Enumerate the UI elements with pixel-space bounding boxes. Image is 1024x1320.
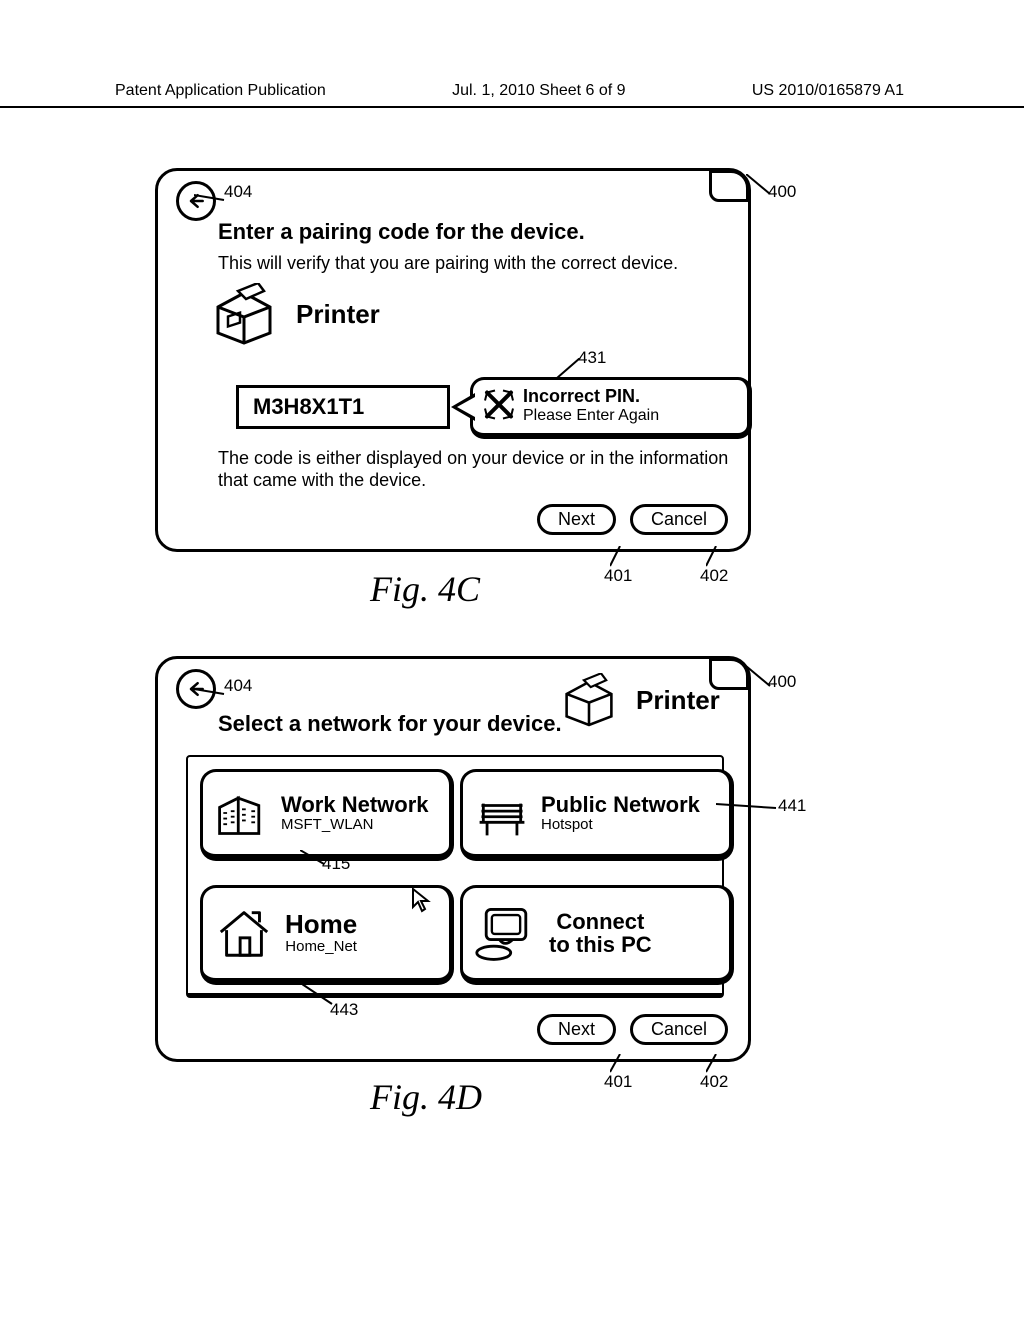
tile-pc-line2: to this PC xyxy=(549,933,652,956)
button-row-4c: Next Cancel xyxy=(537,504,728,535)
device-row-4c: Printer xyxy=(208,283,380,345)
callout-404a: 404 xyxy=(224,182,252,202)
cancel-button-4c[interactable]: Cancel xyxy=(630,504,728,535)
park-bench-icon xyxy=(473,785,531,841)
leader-441 xyxy=(716,800,778,812)
leader-400a xyxy=(746,174,772,196)
leader-415 xyxy=(300,850,326,868)
tile-work-sub: MSFT_WLAN xyxy=(281,816,429,833)
page-header: Patent Application Publication Jul. 1, 2… xyxy=(115,82,904,100)
header-mid: Jul. 1, 2010 Sheet 6 of 9 xyxy=(452,82,625,100)
tile-work-network[interactable]: Work Network MSFT_WLAN xyxy=(200,769,454,861)
tile-public-network[interactable]: Public Network Hotspot xyxy=(460,769,734,861)
help-line1: The code is either displayed on your dev… xyxy=(218,447,728,470)
tile-public-sub: Hotspot xyxy=(541,816,700,833)
callout-443: 443 xyxy=(330,1000,358,1020)
error-x-icon xyxy=(483,388,515,425)
error-bubble: Incorrect PIN. Please Enter Again xyxy=(470,377,752,439)
header-left: Patent Application Publication xyxy=(115,82,326,100)
office-building-icon xyxy=(213,785,271,841)
next-button-4c[interactable]: Next xyxy=(537,504,616,535)
tile-connect-pc[interactable]: Connect to this PC xyxy=(460,885,734,985)
printer-icon xyxy=(208,283,280,345)
printer-icon-4d xyxy=(558,673,620,727)
callout-401a: 401 xyxy=(604,566,632,586)
dialog-subtitle-4c: This will verify that you are pairing wi… xyxy=(218,253,678,274)
dialog-corner-4c xyxy=(709,170,749,202)
callout-404b: 404 xyxy=(224,676,252,696)
leader-401b xyxy=(610,1054,628,1074)
next-button-4d[interactable]: Next xyxy=(537,1014,616,1045)
callout-402b: 402 xyxy=(700,1072,728,1092)
house-icon xyxy=(213,903,275,963)
leader-400b xyxy=(746,666,772,688)
leader-401a xyxy=(610,546,628,568)
button-row-4d: Next Cancel xyxy=(537,1014,728,1045)
cancel-button-4d[interactable]: Cancel xyxy=(630,1014,728,1045)
dialog-title-4d: Select a network for your device. xyxy=(218,711,562,737)
pin-input[interactable]: M3H8X1T1 xyxy=(236,385,450,429)
callout-441: 441 xyxy=(778,796,806,816)
device-row-4d: Printer xyxy=(558,673,720,727)
leader-443 xyxy=(302,984,334,1006)
help-line2: that came with the device. xyxy=(218,469,426,492)
tile-home-label: Home xyxy=(285,911,357,938)
error-text: Please Enter Again xyxy=(523,407,733,425)
leader-404b xyxy=(194,684,228,698)
tile-work-label: Work Network xyxy=(281,793,429,816)
device-label-4c: Printer xyxy=(296,299,380,330)
dialog-4d: Select a network for your device. Printe… xyxy=(155,656,751,1062)
error-title: Incorrect PIN. xyxy=(523,386,733,407)
dialog-title-4c: Enter a pairing code for the device. xyxy=(218,219,585,245)
device-label-4d: Printer xyxy=(636,685,720,716)
leader-404a xyxy=(194,190,228,204)
desktop-pc-icon xyxy=(473,903,539,963)
tile-pc-line1: Connect xyxy=(556,910,644,933)
header-rule xyxy=(0,106,1024,108)
mouse-cursor-icon xyxy=(410,887,432,918)
fig-caption-4d: Fig. 4D xyxy=(370,1076,482,1118)
dialog-4c: Enter a pairing code for the device. Thi… xyxy=(155,168,751,552)
leader-402b xyxy=(706,1054,724,1074)
fig-caption-4c: Fig. 4C xyxy=(370,568,480,610)
leader-431 xyxy=(555,358,585,380)
callout-401b: 401 xyxy=(604,1072,632,1092)
tile-public-label: Public Network xyxy=(541,793,700,816)
callout-400b: 400 xyxy=(768,672,796,692)
callout-402a: 402 xyxy=(700,566,728,586)
callout-415: 415 xyxy=(322,854,350,874)
leader-402a xyxy=(706,546,724,568)
callout-400a: 400 xyxy=(768,182,796,202)
header-right: US 2010/0165879 A1 xyxy=(752,82,904,100)
tile-home-sub: Home_Net xyxy=(285,938,357,955)
